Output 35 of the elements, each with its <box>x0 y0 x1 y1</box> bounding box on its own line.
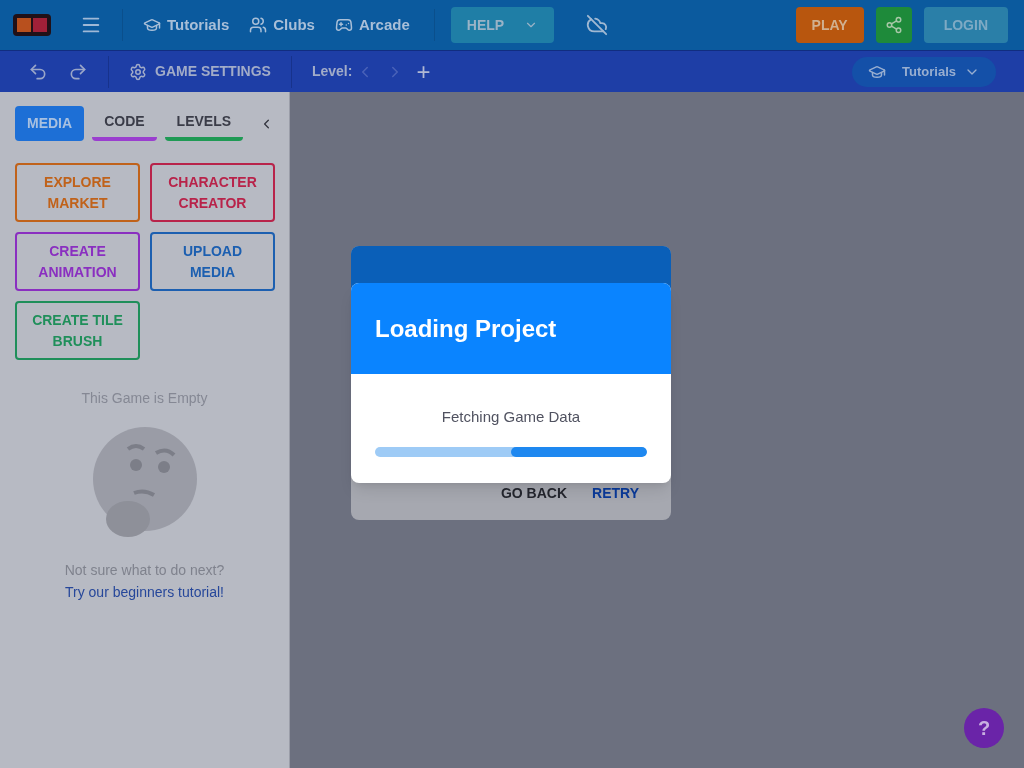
sidebar-tab[interactable]: LEVELS <box>164 106 244 141</box>
help-button[interactable]: HELP <box>450 7 555 43</box>
action-button[interactable]: CREATE ANIMATION <box>15 232 140 291</box>
logo-icon <box>12 12 52 38</box>
dialog-button[interactable]: GO BACK <box>500 483 568 504</box>
gamepad-icon <box>334 16 353 34</box>
share-button[interactable] <box>875 7 912 43</box>
action-button[interactable]: EXPLORE MARKET <box>15 163 140 222</box>
sidebar-tab[interactable]: CODE <box>92 106 157 141</box>
tutorial-link[interactable]: Try our beginners tutorial! <box>65 584 224 600</box>
dialog-button[interactable]: RETRY <box>592 483 639 504</box>
add-level-button[interactable]: + <box>416 59 431 84</box>
help-fab[interactable]: ? <box>964 708 1004 748</box>
nav-link[interactable]: Arcade <box>334 13 410 37</box>
play-button[interactable]: PLAY <box>795 7 864 43</box>
cloud-off-icon <box>586 14 609 36</box>
action-button[interactable]: UPLOAD MEDIA <box>150 232 275 291</box>
hint-text: Not sure what to do next? Try our beginners tutorial! <box>63 561 226 602</box>
nav-link[interactable]: Tutorials <box>143 13 230 37</box>
dialog-title: Loading Project <box>375 313 557 344</box>
sidebar-tab[interactable]: MEDIA <box>15 106 85 141</box>
redo-icon[interactable] <box>68 61 88 82</box>
users-icon <box>249 16 268 34</box>
thinking-emoji-icon <box>91 427 198 539</box>
action-button[interactable]: CREATE TILE BRUSH <box>15 301 140 360</box>
action-button[interactable]: CHARACTER CREATOR <box>150 163 275 222</box>
gear-icon <box>129 62 147 81</box>
undo-icon[interactable] <box>28 61 48 82</box>
graduation-cap-icon <box>143 16 161 34</box>
level-label: Level: <box>311 62 353 81</box>
nav-link[interactable]: Clubs <box>249 13 315 37</box>
loading-message: Fetching Game Data <box>441 407 581 427</box>
tutorials-dropdown[interactable]: Tutorials <box>852 56 996 87</box>
share-icon <box>884 16 903 34</box>
game-settings-button[interactable]: GAME SETTINGS <box>129 61 271 82</box>
